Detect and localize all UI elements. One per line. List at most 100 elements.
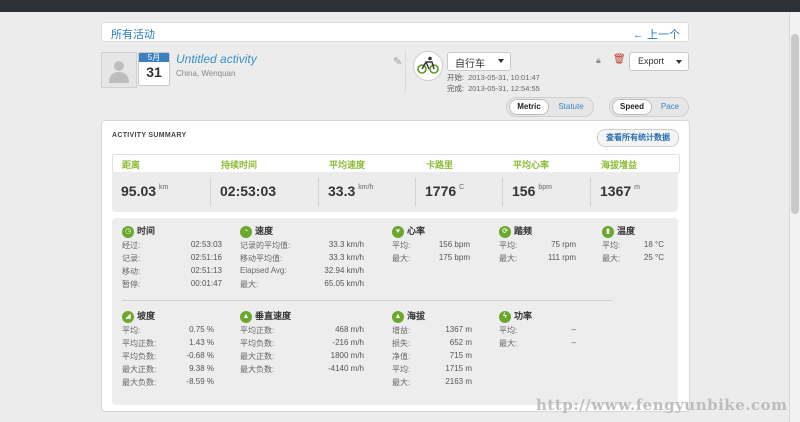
activity-title[interactable]: Untitled activity — [176, 52, 257, 66]
metric-option[interactable]: Metric — [509, 99, 549, 115]
stat-row: Elapsed Avg: 32.94 km/h — [240, 264, 364, 277]
value-avg-speed: 33.3 km/h — [328, 183, 374, 199]
top-nav-bar — [0, 0, 800, 12]
end-time: 完成: 2013-05-31, 12:54:55 — [447, 84, 540, 93]
stat-value: 1.43 % — [189, 338, 214, 347]
stat-label: 平均正数: — [122, 339, 157, 348]
stat-row: 最大负数: -4140 m/h — [240, 362, 366, 375]
header-avg-speed: 平均速度 — [329, 160, 366, 170]
stat-row: 最大正数: 9.38 % — [122, 362, 216, 375]
chevron-down-icon — [498, 59, 504, 63]
stat-row: 最大: 175 bpm — [392, 251, 472, 264]
stat-row: 平均: 18 °C — [602, 238, 664, 251]
stat-value: 18 °C — [643, 240, 664, 249]
calendar-date: 5月 31 — [138, 52, 170, 86]
section-title: 垂直速度 — [255, 311, 292, 321]
speed-section: ◔ 速度 记录的平均值: 33.3 km/h 移动平均值: 33.3 km/h Ela… — [240, 224, 364, 290]
stat-label: 记录的平均值: — [240, 241, 291, 250]
stat-value: 02:51:13 — [190, 266, 222, 275]
divider — [210, 178, 211, 206]
stat-label: 平均: — [392, 241, 411, 250]
speedometer-icon: ◔ — [240, 225, 252, 238]
stat-label: 增益: — [392, 326, 411, 335]
stat-row: 最大: 25 °C — [602, 251, 664, 264]
all-activities-link[interactable]: 所有活动 — [111, 26, 155, 42]
stat-row: 增益: 1367 m — [392, 323, 474, 336]
elevation-section: ▲ 海拔 增益: 1367 m 损失: 652 m 净值: 715 m 平均: 1715 … — [392, 309, 474, 388]
scrollbar[interactable] — [789, 12, 800, 422]
watermark: http://www.fengyunbike.com — [536, 396, 788, 414]
stat-row: 平均: 0.75 % — [122, 323, 216, 336]
stat-value: 75 rpm — [551, 240, 576, 249]
divider — [122, 300, 612, 301]
clock-icon: ◷ — [122, 225, 134, 238]
divider — [318, 178, 319, 206]
stat-row: 移动平均值: 33.3 km/h — [240, 251, 364, 264]
divider — [590, 178, 591, 206]
stat-row: 平均: 1715 m — [392, 362, 474, 375]
pace-option[interactable]: Pace — [654, 100, 686, 114]
stat-value: 175 bpm — [438, 253, 470, 262]
breadcrumb: 所有活动 ← 上一个 — [101, 22, 689, 42]
section-title: 速度 — [255, 226, 274, 236]
stat-value: 2163 m — [445, 377, 472, 386]
stat-value: 156 bpm — [438, 240, 470, 249]
avatar[interactable] — [101, 52, 137, 88]
stat-label: 最大正数: — [122, 365, 157, 374]
stat-row: 平均: 156 bpm — [392, 238, 472, 251]
slope-icon: ◢ — [122, 310, 134, 323]
export-dropdown[interactable]: Export — [629, 52, 689, 71]
stat-label: 平均负数: — [122, 352, 157, 361]
calendar-day: 31 — [146, 64, 162, 80]
stat-value: -8.59 % — [186, 377, 214, 386]
stat-label: 最大: — [392, 378, 411, 387]
sport-type-dropdown[interactable]: 自行车 — [447, 52, 511, 71]
detail-stats: ◷ 时间 经过: 02:53:03 记录: 02:51:16 移动: 02:51:13 … — [112, 218, 678, 405]
edit-pencil-icon[interactable]: ✎ — [393, 55, 402, 68]
chevron-down-icon — [676, 60, 682, 64]
stat-row: 平均负数: -0.68 % — [122, 349, 216, 362]
speed-option[interactable]: Speed — [612, 99, 652, 115]
stat-value: 65.05 km/h — [324, 279, 364, 288]
view-all-stats-button[interactable]: 查看所有统计数据 — [597, 129, 679, 147]
stat-label: 经过: — [122, 241, 141, 250]
cadence-icon: ⟳ — [499, 225, 511, 238]
value-distance: 95.03 km — [121, 183, 169, 199]
speed-pace-toggle: Speed Pace — [609, 97, 689, 117]
summary-header-row: 距离 持续时间 平均速度 卡路里 平均心率 海拔增益 — [112, 154, 680, 173]
summary-title: ACTIVITY SUMMARY — [112, 132, 187, 139]
stat-row: 记录的平均值: 33.3 km/h — [240, 238, 364, 251]
delete-trash-icon[interactable]: 🗑︎ — [613, 54, 626, 65]
header-avg-hr: 平均心率 — [513, 160, 550, 170]
stat-row: 记录: 02:51:16 — [122, 251, 222, 264]
stat-label: 净值: — [392, 352, 411, 361]
value-avg-hr: 156 bpm — [512, 183, 552, 199]
stat-label: 最大负数: — [122, 378, 157, 387]
lightning-icon: ϟ — [499, 310, 511, 323]
stat-label: 平均: — [499, 241, 518, 250]
stat-value: – — [571, 338, 576, 347]
previous-activity-link[interactable]: ← 上一个 — [633, 26, 680, 42]
stat-value: 9.38 % — [189, 364, 214, 373]
header-duration: 持续时间 — [221, 160, 258, 170]
mountain-icon: ▲ — [240, 310, 252, 323]
scrollbar-thumb[interactable] — [791, 34, 799, 214]
temperature-section: ▮ 温度 平均: 18 °C 最大: 25 °C — [602, 224, 664, 264]
calendar-month: 5月 — [139, 53, 169, 62]
stat-label: 暂停: — [122, 280, 141, 289]
stat-value: 33.3 km/h — [328, 240, 364, 249]
lock-icon[interactable]: 🔒︎ — [596, 55, 601, 66]
stat-label: 平均: — [122, 326, 141, 335]
stat-row: 最大: 65.05 km/h — [240, 277, 364, 290]
stat-value: 33.3 km/h — [328, 253, 364, 262]
stat-label: 平均正数: — [240, 326, 275, 335]
activity-summary-panel: ACTIVITY SUMMARY 查看所有统计数据 距离 持续时间 平均速度 卡… — [101, 120, 690, 412]
stat-row: 最大: 2163 m — [392, 375, 474, 388]
statute-option[interactable]: Statute — [551, 100, 591, 114]
stat-label: 最大负数: — [240, 365, 275, 374]
value-duration: 02:53:03 — [220, 183, 277, 199]
divider — [502, 178, 503, 206]
power-section: ϟ 功率 平均: – 最大: – — [499, 309, 577, 349]
summary-values-row: 95.03 km 02:53:03 33.3 km/h 1776 C 156 bpm 1… — [112, 172, 678, 212]
stat-row: 损失: 652 m — [392, 336, 474, 349]
